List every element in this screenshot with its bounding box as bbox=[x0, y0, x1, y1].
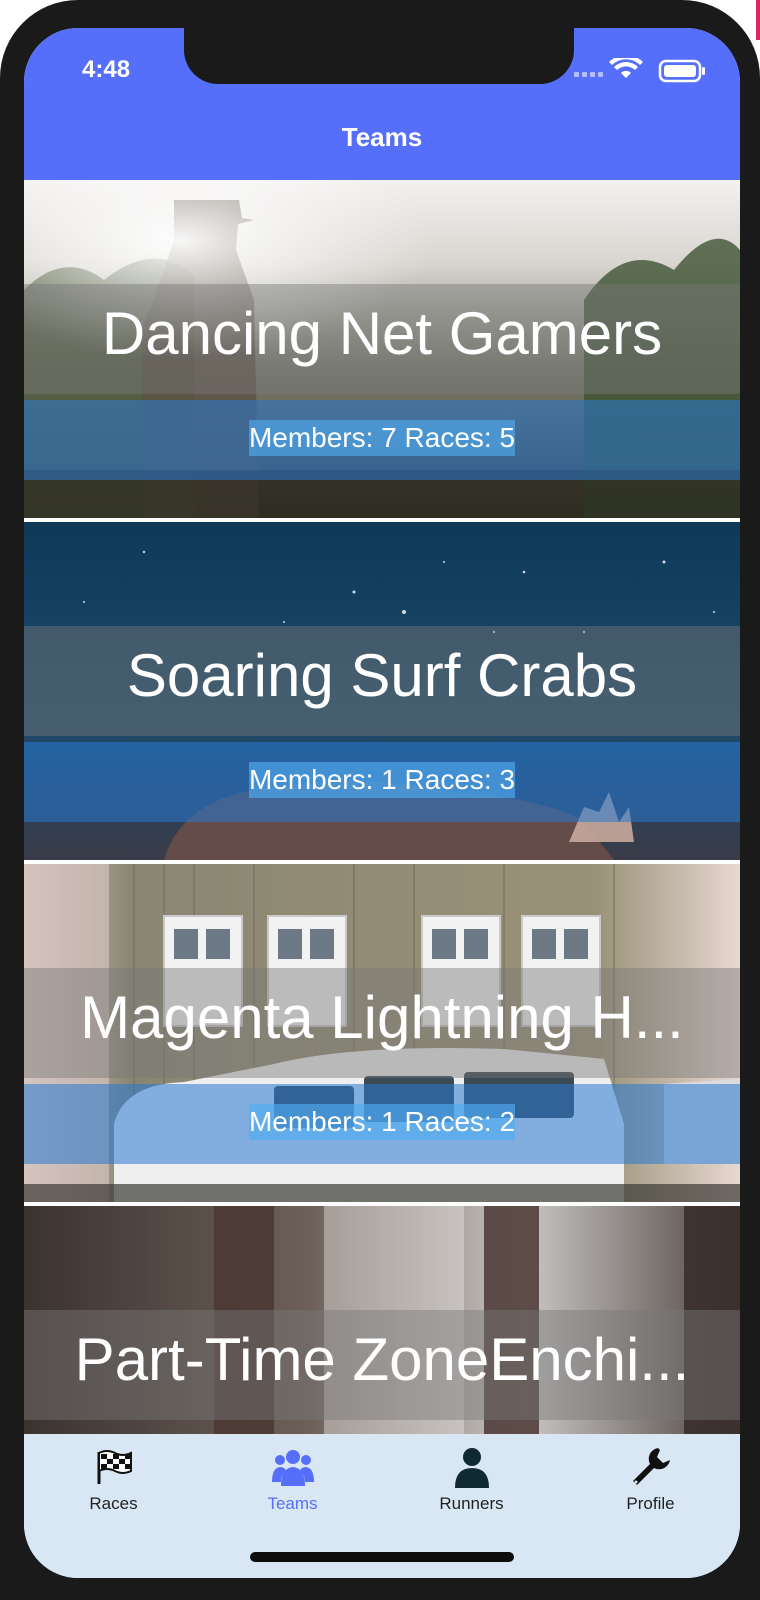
tab-runners[interactable]: Runners bbox=[382, 1434, 561, 1544]
tab-races[interactable]: Races bbox=[24, 1434, 203, 1544]
app-screen: 4:48 Teams Dancing Net Gamers Members: 7… bbox=[24, 28, 740, 1578]
team-stats: Members: 1 Races: 3 bbox=[24, 762, 740, 798]
device-notch bbox=[184, 28, 574, 84]
status-time: 4:48 bbox=[82, 56, 131, 83]
checkered-flag-icon bbox=[97, 1450, 132, 1484]
team-name: Part-Time ZoneEnchi... bbox=[74, 1326, 690, 1393]
wifi-icon bbox=[609, 58, 643, 78]
tab-teams[interactable]: Teams bbox=[203, 1434, 382, 1544]
team-card[interactable]: Dancing Net Gamers Members: 7 Races: 5 bbox=[24, 180, 740, 518]
tab-label: Races bbox=[89, 1494, 138, 1513]
team-name: Magenta Lightning H... bbox=[80, 984, 684, 1051]
corner-accent bbox=[756, 0, 760, 40]
home-indicator[interactable] bbox=[250, 1552, 514, 1562]
battery-icon bbox=[658, 59, 705, 83]
team-name: Soaring Surf Crabs bbox=[126, 642, 638, 709]
cellular-signal-icon bbox=[574, 72, 603, 77]
group-icon bbox=[272, 1450, 314, 1486]
team-stats: Members: 7 Races: 5 bbox=[24, 420, 740, 456]
tab-profile[interactable]: Profile bbox=[561, 1434, 740, 1544]
tab-label: Teams bbox=[267, 1494, 318, 1513]
tab-label: Runners bbox=[439, 1494, 504, 1513]
team-card[interactable]: Magenta Lightning H... Members: 1 Races:… bbox=[24, 864, 740, 1202]
page-title: Teams bbox=[341, 122, 423, 152]
team-stats: Members: 1 Races: 2 bbox=[24, 1104, 740, 1140]
team-name: Dancing Net Gamers bbox=[101, 300, 663, 367]
team-card[interactable]: Soaring Surf Crabs Members: 1 Races: 3 bbox=[24, 522, 740, 860]
team-stats-text: Members: 7 Races: 5 bbox=[248, 420, 516, 456]
team-stats-text: Members: 1 Races: 3 bbox=[248, 762, 516, 798]
person-icon bbox=[455, 1448, 489, 1488]
status-icons bbox=[574, 58, 705, 83]
wrench-icon bbox=[633, 1448, 670, 1485]
tab-label: Profile bbox=[626, 1494, 675, 1513]
team-stats-text: Members: 1 Races: 2 bbox=[248, 1104, 516, 1140]
teams-list[interactable]: Dancing Net Gamers Members: 7 Races: 5 S… bbox=[24, 180, 740, 1434]
team-card[interactable]: Part-Time ZoneEnchi... bbox=[24, 1206, 740, 1434]
